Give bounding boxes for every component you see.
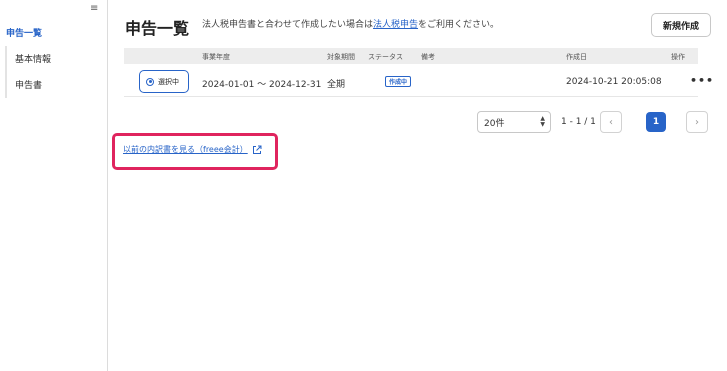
page-description: 法人税申告書と合わせて作成したい場合は法人税申告をご利用ください。 <box>202 17 499 30</box>
column-note: 備考 <box>421 53 435 61</box>
radio-selected-icon <box>146 77 154 86</box>
description-text: 法人税申告書と合わせて作成したい場合は <box>202 20 374 30</box>
column-actions: 操作 <box>671 53 685 61</box>
next-page-button[interactable]: › <box>686 111 708 133</box>
sidebar-subnav: 基本情報 申告書 <box>5 46 101 98</box>
per-page-select[interactable]: 20件 ▲ ▼ <box>477 111 551 133</box>
chevron-left-icon: ‹ <box>609 116 613 128</box>
corporate-tax-link[interactable]: 法人税申告 <box>373 20 418 30</box>
sidebar-item-declaration-list[interactable]: 申告一覧 <box>6 26 42 39</box>
sidebar-item-basic-info[interactable]: 基本情報 <box>15 52 51 65</box>
selected-label: 選択中 <box>158 77 179 86</box>
column-period: 対象期間 <box>327 53 355 61</box>
sidebar-item-declaration[interactable]: 申告書 <box>15 78 42 91</box>
old-statements-link[interactable]: 以前の内訳書を見る（freee会計） <box>123 144 262 155</box>
per-page-value: 20件 <box>484 118 505 129</box>
fiscal-year-value: 2024-01-01 ～ 2024-12-31 <box>202 80 322 90</box>
table-header: 事業年度 対象期間 ステータス 備考 作成日 操作 <box>124 48 698 64</box>
description-text-end: をご利用ください。 <box>418 20 500 30</box>
created-value: 2024-10-21 20:05:08 <box>566 77 662 87</box>
sidebar-collapse-icon[interactable]: ≡ <box>90 4 98 14</box>
column-fiscal-year: 事業年度 <box>202 53 230 61</box>
external-link-icon <box>252 145 262 154</box>
prev-page-button[interactable]: ‹ <box>600 111 622 133</box>
column-status: ステータス <box>368 53 403 61</box>
status-badge: 作成中 <box>385 76 412 87</box>
column-created: 作成日 <box>566 53 587 61</box>
page-range: 1 - 1 / 1 <box>561 117 596 127</box>
new-create-button[interactable]: 新規作成 <box>651 13 711 37</box>
table-row: 選択中 2024-01-01 ～ 2024-12-31 全期 作成中 2024-… <box>124 65 713 97</box>
period-value: 全期 <box>327 80 346 90</box>
main-content: 申告一覧 法人税申告書と合わせて作成したい場合は法人税申告をご利用ください。 新… <box>109 0 727 371</box>
select-arrows-icon: ▲ ▼ <box>540 115 545 128</box>
old-statements-link-text: 以前の内訳書を見る（freee会計） <box>123 145 248 154</box>
row-menu-icon[interactable]: ••• <box>690 74 714 87</box>
current-page-button[interactable]: 1 <box>646 112 666 132</box>
sidebar: ≡ 申告一覧 基本情報 申告書 <box>0 0 108 371</box>
page-title: 申告一覧 <box>125 19 190 38</box>
chevron-right-icon: › <box>695 116 699 128</box>
select-radio-button[interactable]: 選択中 <box>139 70 189 93</box>
